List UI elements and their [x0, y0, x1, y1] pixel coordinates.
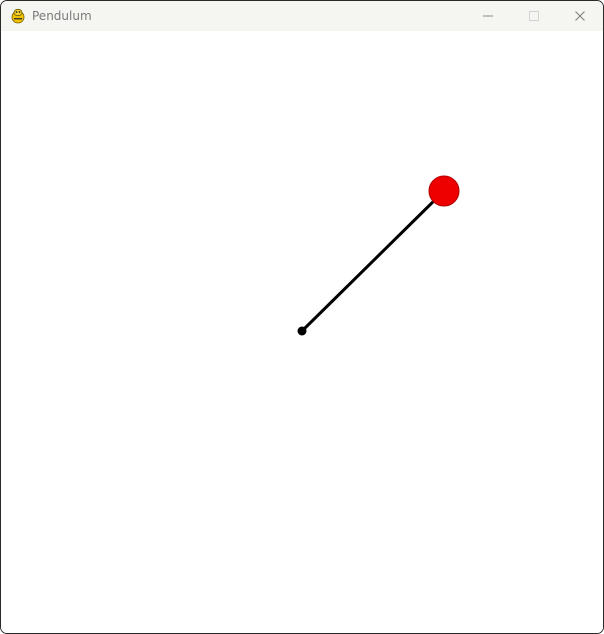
- pygame-snake-icon: [10, 8, 26, 24]
- window-controls: [465, 1, 603, 31]
- close-icon: [575, 11, 585, 21]
- window-title: Pendulum: [32, 9, 92, 23]
- pendulum-scene: [297, 175, 460, 336]
- close-button[interactable]: [557, 1, 603, 31]
- maximize-button[interactable]: [511, 1, 557, 31]
- pendulum-bob: [428, 175, 460, 207]
- maximize-icon: [529, 11, 539, 21]
- pendulum-pivot: [297, 326, 307, 336]
- pendulum-canvas[interactable]: [1, 31, 603, 633]
- minimize-icon: [483, 15, 493, 17]
- app-window: Pendulum: [0, 0, 604, 634]
- pendulum-rod: [300, 189, 446, 333]
- minimize-button[interactable]: [465, 1, 511, 31]
- title-bar[interactable]: Pendulum: [1, 1, 603, 31]
